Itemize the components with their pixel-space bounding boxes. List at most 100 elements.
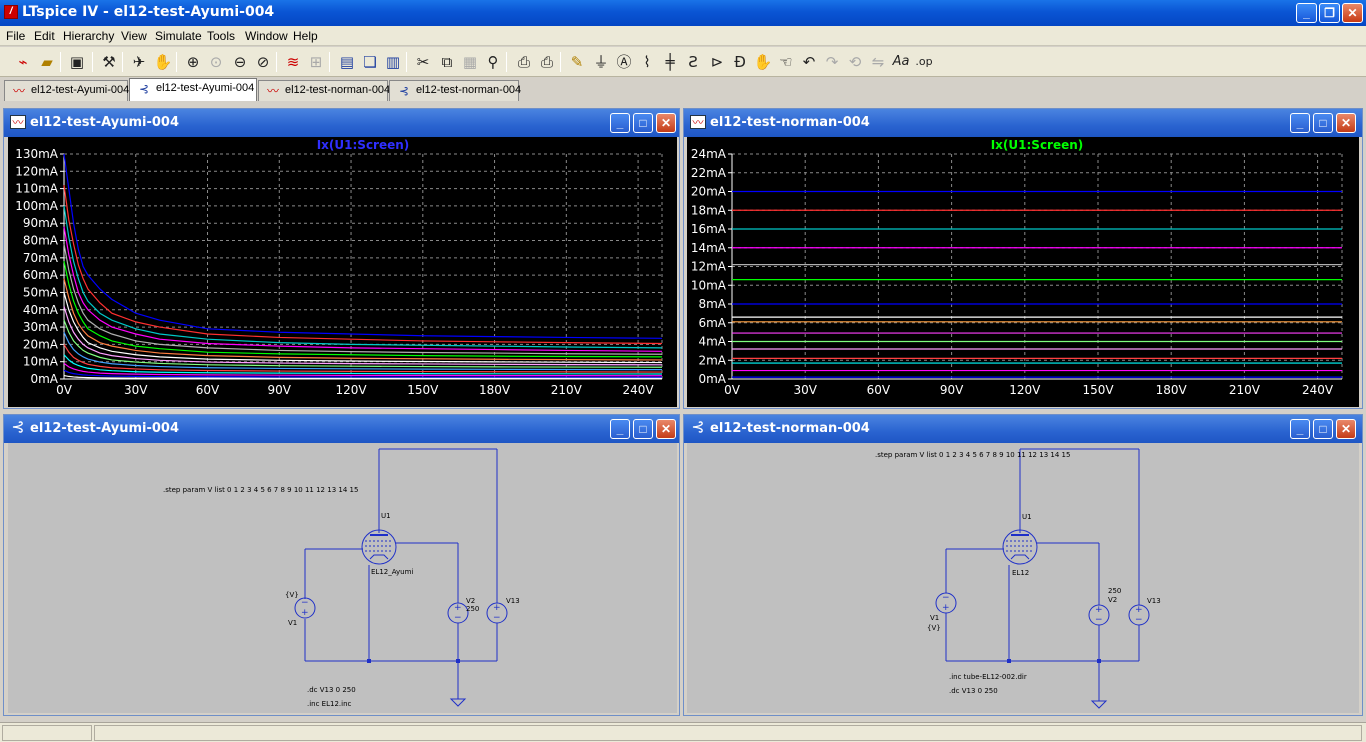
step-directive[interactable]: .step param V list 0 1 2 3 4 5 6 7 8 9 1…: [163, 486, 358, 494]
new-schematic-icon[interactable]: ⌁: [12, 51, 34, 73]
menu-simulate[interactable]: Simulate: [155, 29, 202, 43]
print-icon[interactable]: ⎙: [536, 51, 558, 73]
restore-button[interactable]: ❐: [1319, 3, 1340, 23]
schematic-drawing[interactable]: − + + − + − .step param V list 0 1 2 3 4…: [8, 443, 677, 713]
maximize-button[interactable]: □: [633, 419, 653, 439]
trace-2[interactable]: [63, 205, 663, 349]
zoom-in-icon[interactable]: ⊕: [182, 51, 204, 73]
close-button[interactable]: ✕: [656, 113, 676, 133]
ground-icon[interactable]: ⏚: [590, 51, 612, 73]
open-icon[interactable]: ▰: [36, 51, 58, 73]
pan-icon[interactable]: ⊙: [205, 51, 227, 73]
run-icon[interactable]: ✈: [128, 51, 150, 73]
schematic-canvas[interactable]: − + + − + − .step param V list 0 1 2 3 4…: [687, 443, 1359, 713]
tile-vertical-icon[interactable]: ▥: [382, 51, 404, 73]
plot-area[interactable]: 0V 30V 60V 90V 120V 150V 180V 210V 240V 0mA 2mA 4mA…: [687, 137, 1359, 407]
close-button[interactable]: ✕: [1336, 113, 1356, 133]
dc-directive[interactable]: .dc V13 0 250: [307, 686, 356, 694]
voltage-source-v13[interactable]: + −: [486, 602, 508, 624]
draw-wire-icon[interactable]: ✎: [566, 51, 588, 73]
autorange-icon[interactable]: ≋: [282, 51, 304, 73]
trace-title[interactable]: Ix(U1:Screen): [991, 138, 1084, 152]
inductor-icon[interactable]: Ƨ: [682, 51, 704, 73]
v2-value-label[interactable]: 250: [466, 605, 479, 613]
capacitor-icon[interactable]: ╪: [659, 51, 681, 73]
tube-u1-symbol[interactable]: [1002, 529, 1038, 565]
drag-icon[interactable]: ☜: [775, 51, 797, 73]
trace-title[interactable]: Ix(U1:Screen): [317, 138, 410, 152]
schematic-drawing[interactable]: − + + − + − .step param V list 0 1 2 3 4…: [687, 443, 1359, 713]
minimize-button[interactable]: _: [1290, 113, 1310, 133]
label-net-icon[interactable]: Ⓐ: [613, 51, 635, 73]
paste-icon[interactable]: ▦: [459, 51, 481, 73]
undo-icon[interactable]: ↶: [798, 51, 820, 73]
y-tick-label: 130mA: [15, 147, 59, 161]
close-button[interactable]: ✕: [1336, 419, 1356, 439]
v1-value-label[interactable]: {V}: [927, 624, 941, 632]
schematic-canvas[interactable]: − + + − + − .step param V list 0 1 2 3 4…: [8, 443, 677, 713]
ground-symbol[interactable]: [449, 698, 467, 707]
component-icon[interactable]: Ð: [729, 51, 751, 73]
step-directive[interactable]: .step param V list 0 1 2 3 4 5 6 7 8 9 1…: [875, 451, 1070, 459]
waveform-plot[interactable]: 0V 30V 60V 90V 120V 150V 180V 210V 240V 0mA 2mA 4mA…: [687, 137, 1359, 407]
menu-file[interactable]: File: [6, 29, 25, 43]
minimize-button[interactable]: _: [610, 419, 630, 439]
tube-model-label[interactable]: EL12_Ayumi: [371, 568, 413, 576]
menu-hierarchy[interactable]: Hierarchy: [63, 29, 114, 43]
voltage-source-v2[interactable]: + −: [1088, 604, 1110, 626]
ground-symbol[interactable]: [1090, 700, 1108, 709]
diode-icon[interactable]: ⊳: [706, 51, 728, 73]
zoom-out-icon[interactable]: ⊖: [229, 51, 251, 73]
save-icon[interactable]: ▣: [66, 51, 88, 73]
cascade-icon[interactable]: ❏: [359, 51, 381, 73]
rotate-icon[interactable]: ⟲: [844, 51, 866, 73]
voltage-source-v1[interactable]: − +: [935, 592, 957, 614]
tab-schematic-ayumi[interactable]: ⊰ el12-test-Ayumi-004: [129, 78, 257, 101]
inc-directive[interactable]: .inc tube-EL12-002.dir: [949, 673, 1027, 681]
dc-directive[interactable]: .dc V13 0 250: [949, 687, 998, 695]
maximize-button[interactable]: □: [633, 113, 653, 133]
halt-icon[interactable]: ✋: [152, 51, 174, 73]
waveform-plot[interactable]: 0V 30V 60V 90V 120V 150V 180V 210V 240V 0mA 10mA 20…: [8, 137, 677, 407]
tile-horizontal-icon[interactable]: ▤: [336, 51, 358, 73]
find-icon[interactable]: ⚲: [482, 51, 504, 73]
cut-icon[interactable]: ✂: [412, 51, 434, 73]
menu-window[interactable]: Window: [245, 29, 288, 43]
control-panel-icon[interactable]: ⚒: [98, 51, 120, 73]
minimize-button[interactable]: _: [1296, 3, 1317, 23]
zoom-fit-icon[interactable]: ⊘: [252, 51, 274, 73]
v1-value-label[interactable]: {V}: [285, 591, 299, 599]
resistor-icon[interactable]: ⌇: [636, 51, 658, 73]
voltage-source-v2[interactable]: + −: [447, 602, 469, 624]
trace-1[interactable]: [63, 185, 663, 345]
tube-model-label[interactable]: EL12: [1012, 569, 1029, 577]
tab-waveform-norman[interactable]: 〰 el12-test-norman-004: [258, 80, 390, 101]
copy-icon[interactable]: ⧉: [436, 51, 458, 73]
trace-0[interactable]: [63, 153, 663, 339]
grid-icon[interactable]: ⊞: [305, 51, 327, 73]
tab-waveform-ayumi[interactable]: 〰 el12-test-Ayumi-004: [4, 80, 129, 101]
spice-directive-icon[interactable]: .op: [913, 51, 935, 73]
voltage-source-v1[interactable]: − +: [294, 597, 316, 619]
plot-area[interactable]: 0V 30V 60V 90V 120V 150V 180V 210V 240V 0mA 10mA 20…: [8, 137, 677, 407]
menu-help[interactable]: Help: [293, 29, 318, 43]
voltage-source-v13[interactable]: + −: [1128, 604, 1150, 626]
menu-edit[interactable]: Edit: [34, 29, 55, 43]
minimize-button[interactable]: _: [610, 113, 630, 133]
close-button[interactable]: ✕: [1342, 3, 1363, 23]
move-icon[interactable]: ✋: [752, 51, 774, 73]
inc-directive[interactable]: .inc EL12.inc: [307, 700, 352, 708]
v2-value-label[interactable]: 250: [1108, 587, 1121, 595]
maximize-button[interactable]: □: [1313, 113, 1333, 133]
minimize-button[interactable]: _: [1290, 419, 1310, 439]
tab-schematic-norman[interactable]: ⊰ el12-test-norman-004: [389, 80, 521, 101]
print-preview-icon[interactable]: ⎙: [513, 51, 535, 73]
menu-tools[interactable]: Tools: [207, 29, 235, 43]
menu-view[interactable]: View: [121, 29, 147, 43]
redo-icon[interactable]: ↷: [821, 51, 843, 73]
close-button[interactable]: ✕: [656, 419, 676, 439]
tube-u1-symbol[interactable]: [361, 529, 397, 565]
text-icon[interactable]: Aa: [890, 51, 912, 73]
mirror-icon[interactable]: ⇋: [867, 51, 889, 73]
maximize-button[interactable]: □: [1313, 419, 1333, 439]
